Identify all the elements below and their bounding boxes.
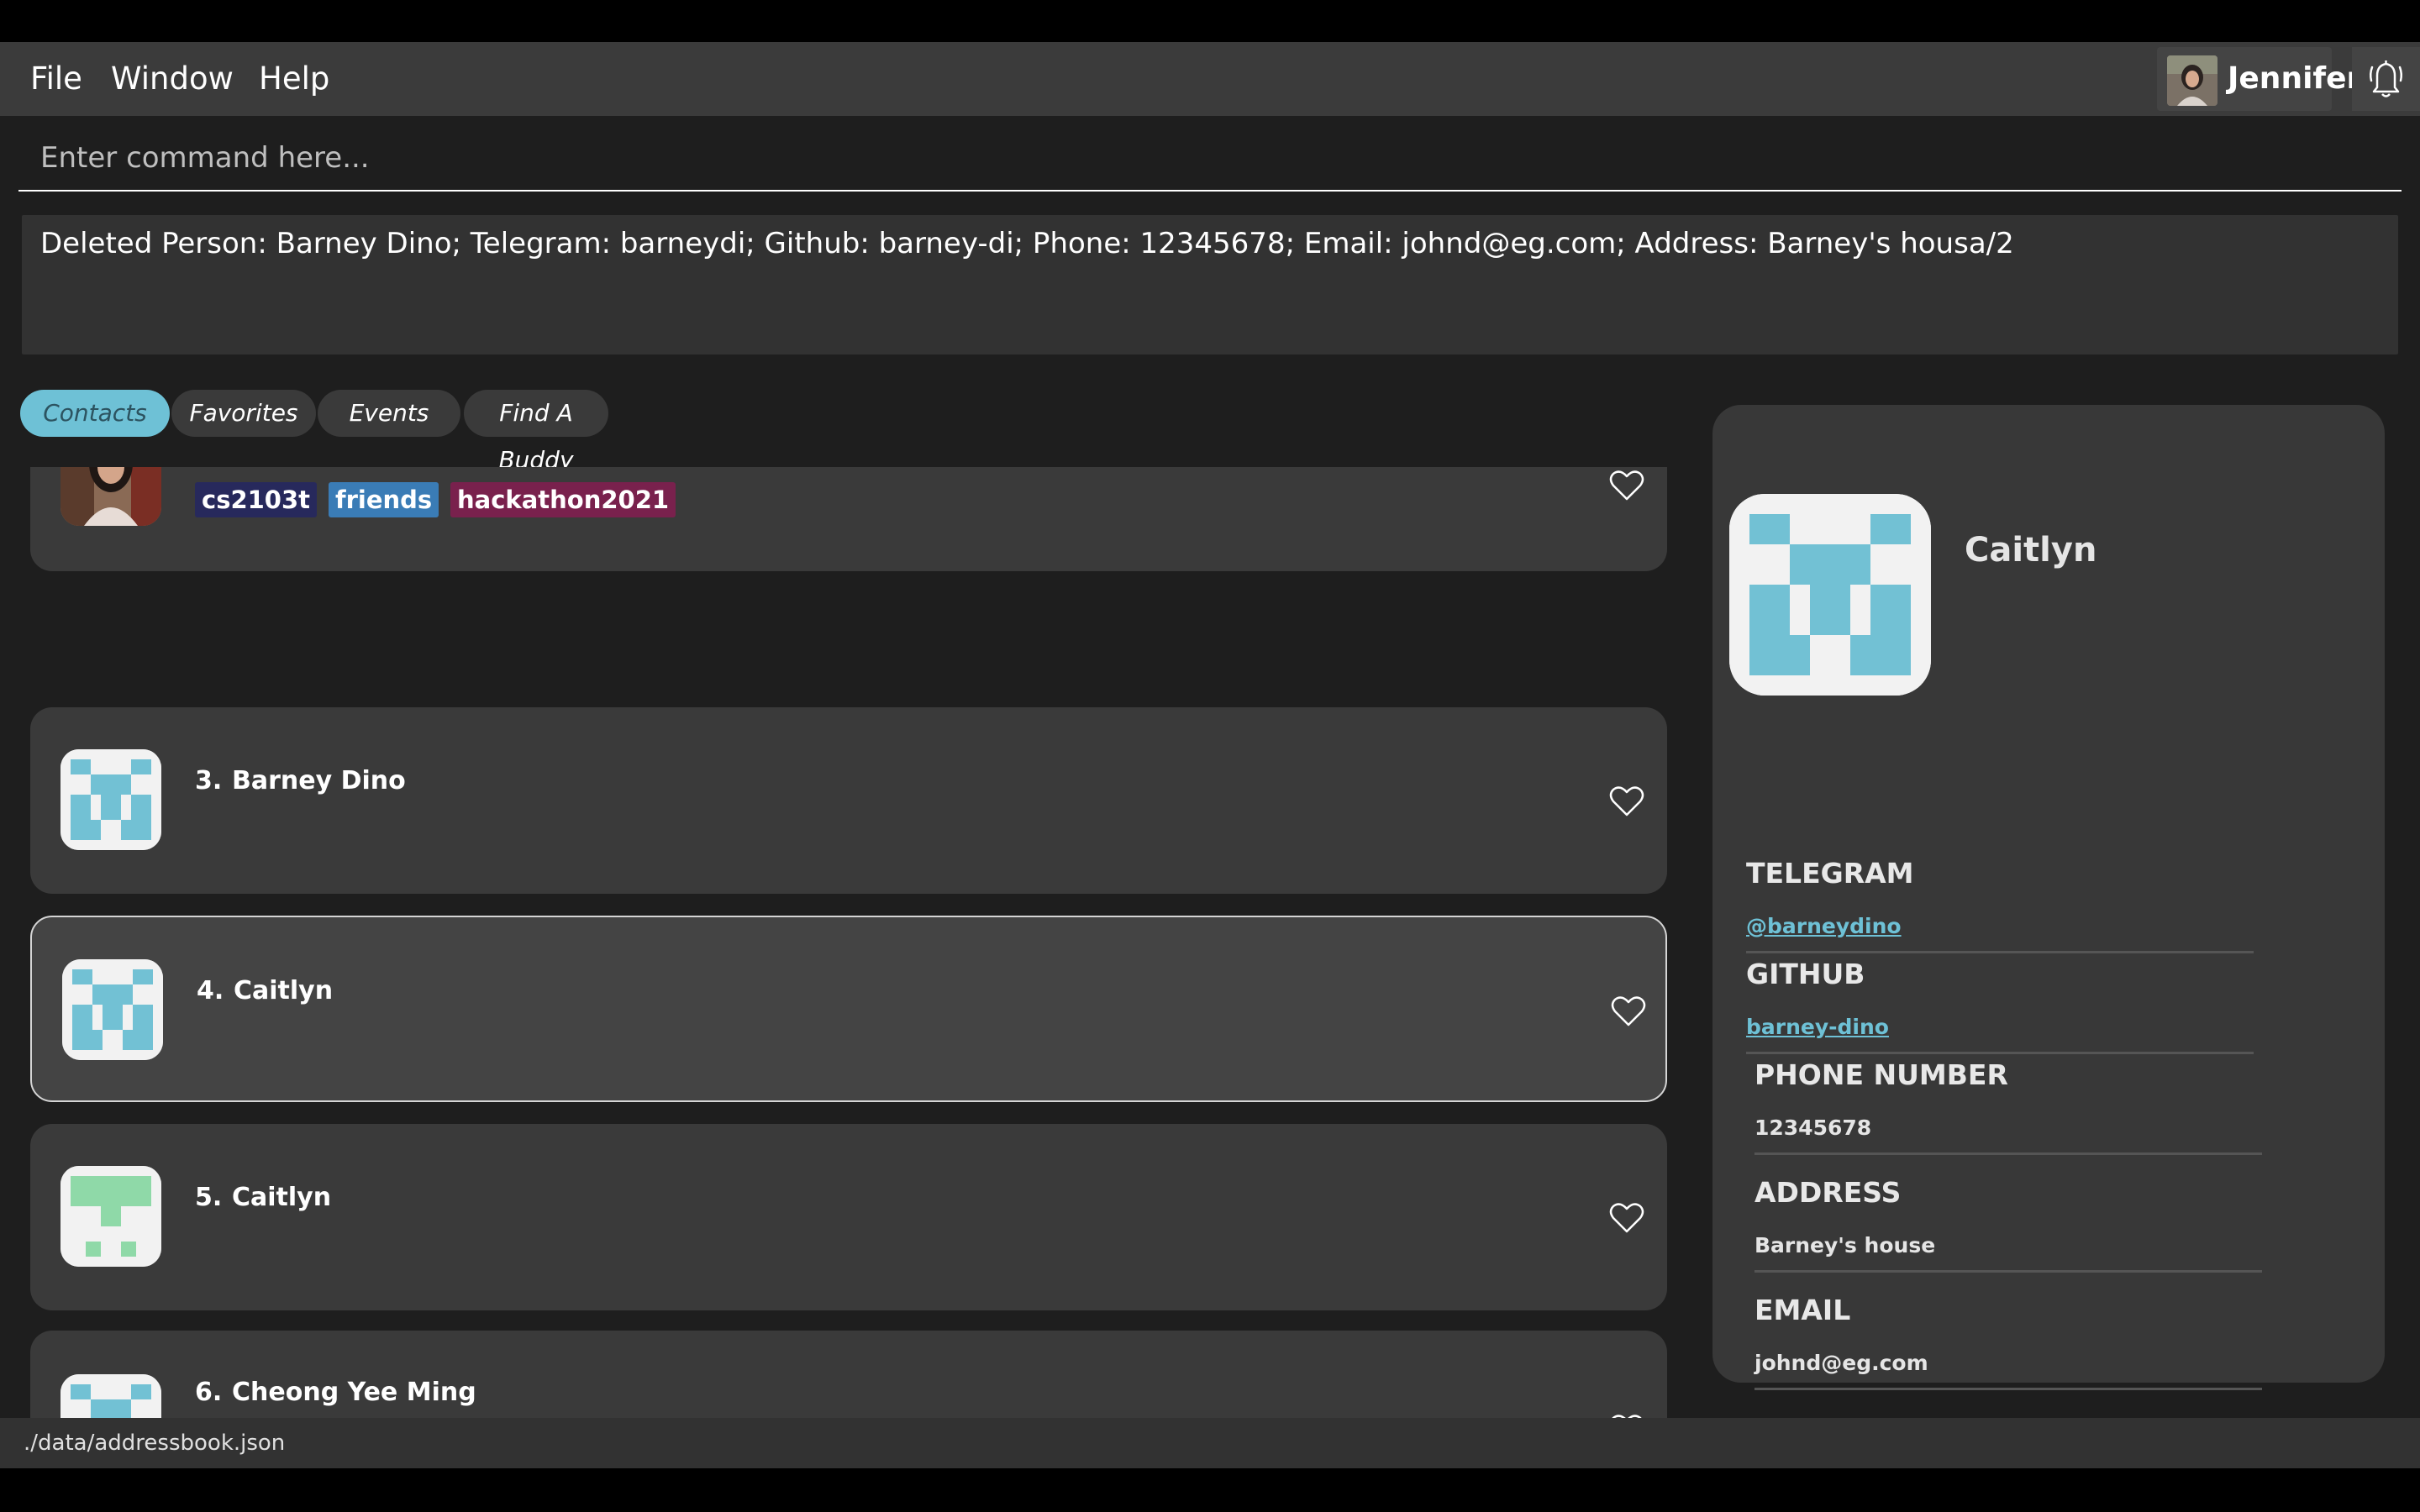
- menu-help[interactable]: Help: [259, 42, 329, 116]
- result-display: Deleted Person: Barney Dino; Telegram: b…: [22, 215, 2398, 354]
- tag: hackathon2021: [450, 482, 676, 517]
- menu-bar: File Window Help Jennifer: [0, 42, 2420, 116]
- data-file-path: ./data/addressbook.json: [24, 1431, 286, 1456]
- heart-outline-icon[interactable]: [1608, 469, 1645, 502]
- telegram-link[interactable]: @barneydino: [1746, 914, 1902, 938]
- contact-name: Caitlyn: [232, 1183, 332, 1212]
- tab-events[interactable]: Events: [318, 390, 460, 437]
- heart-outline-icon[interactable]: [1610, 995, 1647, 1028]
- github-label: GITHUB: [1746, 958, 1865, 990]
- bell-icon: [2369, 60, 2403, 97]
- contact-index: 5.: [195, 1183, 223, 1212]
- phone-label: PHONE NUMBER: [1754, 1058, 2008, 1091]
- divider: [1754, 1152, 2262, 1155]
- contact-card[interactable]: 3. Barney Dino: [30, 707, 1667, 894]
- contact-card[interactable]: cs2103t friends hackathon2021: [30, 467, 1667, 571]
- contact-avatar: [60, 467, 161, 526]
- divider: [1746, 951, 2254, 953]
- address-label: ADDRESS: [1754, 1176, 1902, 1209]
- contact-index: 6.: [195, 1378, 223, 1407]
- email-label: EMAIL: [1754, 1294, 1851, 1326]
- tag: friends: [329, 482, 439, 517]
- main-window: Deleted Person: Barney Dino; Telegram: b…: [0, 116, 2420, 1504]
- contact-detail-panel: Caitlyn TELEGRAM @barneydino GITHUB barn…: [1712, 405, 2385, 1390]
- contact-avatar: [60, 1166, 161, 1267]
- notifications-button[interactable]: [2352, 47, 2420, 111]
- detail-name: Caitlyn: [1965, 531, 2097, 570]
- contact-avatar: [60, 749, 161, 850]
- contact-name: Caitlyn: [234, 976, 334, 1005]
- contact-name: Barney Dino: [232, 766, 406, 795]
- divider: [1754, 1388, 2262, 1390]
- tab-find-a-buddy[interactable]: Find A Buddy: [464, 390, 608, 474]
- contact-index: 3.: [195, 766, 223, 795]
- github-link[interactable]: barney-dino: [1746, 1015, 1889, 1039]
- address-value: Barney's house: [1754, 1233, 1936, 1257]
- divider: [1746, 1052, 2254, 1054]
- title-strip: [0, 0, 2420, 42]
- contact-name: Cheong Yee Ming: [232, 1378, 476, 1407]
- user-name: Jennifer: [2228, 61, 2362, 96]
- command-box: [18, 126, 2402, 192]
- contact-card-selected[interactable]: 4. Caitlyn: [30, 916, 1667, 1102]
- contact-list[interactable]: cs2103t friends hackathon2021 3. Barney …: [0, 467, 1681, 1504]
- user-profile-button[interactable]: Jennifer: [2157, 47, 2361, 111]
- contact-card[interactable]: 5. Caitlyn: [30, 1124, 1667, 1310]
- tab-favorites[interactable]: Favorites: [171, 390, 316, 437]
- phone-value: 12345678: [1754, 1116, 1872, 1140]
- email-value: johnd@eg.com: [1754, 1351, 1928, 1375]
- result-text: Deleted Person: Barney Dino; Telegram: b…: [40, 227, 2014, 260]
- menu-file[interactable]: File: [30, 42, 82, 116]
- heart-outline-icon[interactable]: [1608, 1201, 1645, 1235]
- detail-avatar: [1729, 494, 1931, 696]
- heart-outline-icon[interactable]: [1608, 785, 1645, 818]
- bottom-strip: [0, 1468, 2420, 1512]
- tab-contacts[interactable]: Contacts: [20, 390, 170, 437]
- user-avatar: [2167, 55, 2217, 106]
- contact-avatar: [62, 959, 163, 1060]
- divider: [1754, 1270, 2262, 1273]
- command-input[interactable]: [18, 126, 2402, 190]
- menu-window[interactable]: Window: [111, 42, 234, 116]
- contact-index: 4.: [197, 976, 224, 1005]
- status-bar: ./data/addressbook.json: [0, 1418, 2420, 1468]
- telegram-label: TELEGRAM: [1746, 857, 1914, 890]
- tag: cs2103t: [195, 482, 318, 517]
